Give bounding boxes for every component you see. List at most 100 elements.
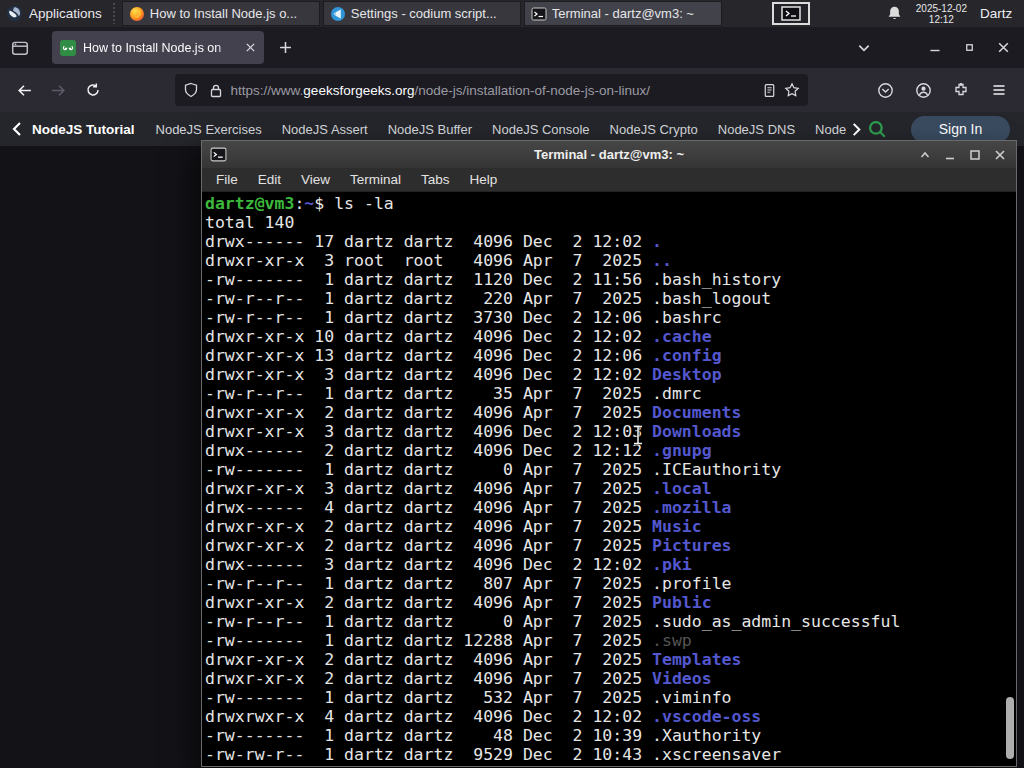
window-minimize-button[interactable] <box>918 33 952 63</box>
menu-help[interactable]: Help <box>460 172 508 187</box>
ls-entry: drwxr-xr-x 2 dartz dartz 4096 Apr 7 2025… <box>205 669 1016 688</box>
tab-bar: How to Install Node.js on <box>0 27 1024 68</box>
tab-close-icon[interactable] <box>245 42 256 53</box>
navigation-toolbar: https://www.geeksforgeeks.org/node-js/in… <box>0 68 1024 112</box>
ls-entry: -rw------- 1 dartz dartz 532 Apr 7 2025 … <box>205 688 1016 707</box>
ls-entry: -rw-r--r-- 1 dartz dartz 220 Apr 7 2025 … <box>205 289 1016 308</box>
ls-entry: drwx------ 2 dartz dartz 4096 Dec 2 12:1… <box>205 441 1016 460</box>
nav-link-nodejs-tutorial[interactable]: NodeJS Tutorial <box>32 122 135 137</box>
ls-entry: -rw------- 1 dartz dartz 48 Dec 2 10:39 … <box>205 726 1016 745</box>
nav-forward-chevron-icon[interactable] <box>850 122 863 137</box>
menu-tabs[interactable]: Tabs <box>411 172 460 187</box>
ls-entry: drwx------ 3 dartz dartz 4096 Dec 2 12:0… <box>205 555 1016 574</box>
terminal-maximize-button[interactable] <box>967 147 983 163</box>
taskbar-button-label: Settings - codium script... <box>351 6 514 21</box>
account-icon <box>915 82 932 99</box>
ls-entry: -rw-r--r-- 1 dartz dartz 807 Apr 7 2025 … <box>205 574 1016 593</box>
ls-entry: drwxr-xr-x 10 dartz dartz 4096 Dec 2 12:… <box>205 327 1016 346</box>
ls-entry: -rw-rw-r-- 1 dartz dartz 9529 Dec 2 10:4… <box>205 745 1016 764</box>
ls-entry: drwxr-xr-x 2 dartz dartz 4096 Apr 7 2025… <box>205 593 1016 612</box>
ls-entry: drwxr-xr-x 2 dartz dartz 4096 Apr 7 2025… <box>205 517 1016 536</box>
back-button[interactable] <box>8 74 42 106</box>
ls-entry: drwxr-xr-x 3 dartz dartz 4096 Dec 2 12:0… <box>205 365 1016 384</box>
menu-view[interactable]: View <box>291 172 340 187</box>
terminal-shade-button[interactable] <box>917 147 933 163</box>
app-menu-button[interactable] <box>982 74 1016 106</box>
terminal-scrollbar[interactable] <box>1006 697 1014 759</box>
nav-link-nodejs-dns[interactable]: NodeJS DNS <box>718 122 795 137</box>
terminal-menu-bar: File Edit View Terminal Tabs Help <box>202 168 1016 192</box>
reload-button[interactable] <box>76 74 110 106</box>
terminal-title: Terminal - dartz@vm3: ~ <box>202 147 1016 162</box>
list-all-tabs-button[interactable] <box>848 33 880 63</box>
clock-date: 2025-12-02 <box>916 3 967 14</box>
minimize-icon <box>944 149 956 161</box>
maximize-icon <box>964 42 975 53</box>
nav-link-nodejs-exercises[interactable]: NodeJS Exercises <box>156 122 262 137</box>
window-close-button[interactable] <box>986 33 1020 63</box>
ls-entry: drwxrwxr-x 4 dartz dartz 4096 Dec 2 12:0… <box>205 707 1016 726</box>
pocket-button[interactable] <box>868 74 902 106</box>
nav-back-chevron-icon[interactable] <box>10 121 24 137</box>
ls-entry: drwxr-xr-x 3 dartz dartz 4096 Apr 7 2025… <box>205 479 1016 498</box>
xubuntu-logo-icon <box>6 5 23 22</box>
geeksforgeeks-favicon <box>60 40 76 56</box>
ls-entry: drwxr-xr-x 2 dartz dartz 4096 Apr 7 2025… <box>205 536 1016 555</box>
lock-icon[interactable] <box>209 83 223 98</box>
tracking-shield-icon[interactable] <box>183 82 199 98</box>
nav-link-nodejs-buffer[interactable]: NodeJS Buffer <box>388 122 472 137</box>
bookmark-star-icon[interactable] <box>784 82 800 98</box>
terminal-icon <box>531 6 547 22</box>
account-button[interactable] <box>906 74 940 106</box>
taskbar-button-terminal[interactable]: Terminal - dartz@vm3: ~ <box>524 1 722 26</box>
reader-mode-icon[interactable] <box>762 83 777 98</box>
forward-button[interactable] <box>42 74 76 106</box>
applications-menu[interactable]: Applications <box>0 0 110 27</box>
extensions-button[interactable] <box>944 74 978 106</box>
terminal-mini-icon <box>781 6 801 21</box>
ls-entry: drwx------ 4 dartz dartz 4096 Apr 7 2025… <box>205 498 1016 517</box>
ls-entry: drwxr-xr-x 3 dartz dartz 4096 Dec 2 12:0… <box>205 422 1016 441</box>
terminal-prompt-line: dartz@vm3:~$ ls -la <box>205 194 1016 213</box>
minimize-icon <box>929 42 941 54</box>
browser-tab[interactable]: How to Install Node.js on <box>52 31 264 64</box>
workspace-switcher[interactable] <box>772 2 810 25</box>
clock[interactable]: 2025-12-02 12:12 <box>916 3 967 25</box>
nav-link-node-truncated[interactable]: Node <box>815 122 846 137</box>
taskbar-button-firefox[interactable]: How to Install Node.js o... <box>122 1 320 26</box>
taskbar-button-codium[interactable]: Settings - codium script... <box>323 1 521 26</box>
menu-edit[interactable]: Edit <box>248 172 291 187</box>
new-tab-button[interactable] <box>270 33 300 63</box>
ls-entry: drwx------ 17 dartz dartz 4096 Dec 2 12:… <box>205 232 1016 251</box>
ls-entry: drwxr-xr-x 2 dartz dartz 4096 Apr 7 2025… <box>205 650 1016 669</box>
sign-in-button[interactable]: Sign In <box>911 116 1010 143</box>
reload-icon <box>85 82 101 98</box>
menu-terminal[interactable]: Terminal <box>340 172 411 187</box>
url-bar[interactable]: https://www.geeksforgeeks.org/node-js/in… <box>175 74 808 106</box>
terminal-output[interactable]: dartz@vm3:~$ ls -latotal 140drwx------ 1… <box>202 192 1016 766</box>
menu-file[interactable]: File <box>206 172 248 187</box>
plus-icon <box>279 41 292 54</box>
top-panel: Applications How to Install Node.js o...… <box>0 0 1024 27</box>
panel-separator <box>110 3 118 24</box>
text-cursor-pointer <box>630 424 646 446</box>
applications-label: Applications <box>29 6 102 21</box>
window-maximize-button[interactable] <box>952 33 986 63</box>
terminal-close-button[interactable] <box>992 147 1008 163</box>
nav-link-nodejs-assert[interactable]: NodeJS Assert <box>282 122 368 137</box>
ls-entry: drwxr-xr-x 2 dartz dartz 4096 Apr 7 2025… <box>205 403 1016 422</box>
terminal-minimize-button[interactable] <box>942 147 958 163</box>
terminal-window: Terminal - dartz@vm3: ~ File Edit View T… <box>201 140 1017 767</box>
tab-title: How to Install Node.js on <box>83 41 238 55</box>
terminal-title-bar[interactable]: Terminal - dartz@vm3: ~ <box>202 141 1016 168</box>
puzzle-icon <box>953 82 969 98</box>
gfg-links: NodeJS Tutorial NodeJS Exercises NodeJS … <box>32 122 863 137</box>
notification-bell-icon[interactable] <box>886 5 903 22</box>
user-menu[interactable]: Dartz <box>980 6 1012 21</box>
firefox-view-button[interactable] <box>4 33 36 63</box>
ls-entry: -rw------- 1 dartz dartz 1120 Dec 2 11:5… <box>205 270 1016 289</box>
ls-entry: -rw-r--r-- 1 dartz dartz 3730 Dec 2 12:0… <box>205 308 1016 327</box>
search-icon[interactable] <box>867 119 887 139</box>
nav-link-nodejs-crypto[interactable]: NodeJS Crypto <box>610 122 698 137</box>
nav-link-nodejs-console[interactable]: NodeJS Console <box>492 122 590 137</box>
